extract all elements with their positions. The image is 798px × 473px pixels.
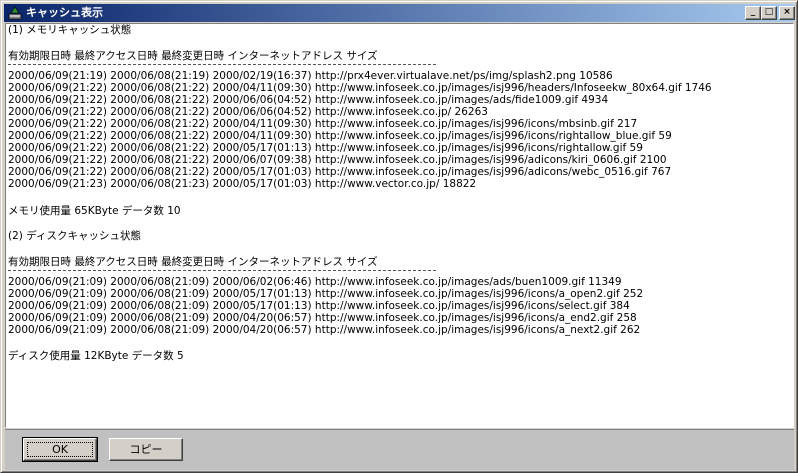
disk-row: 2000/06/09(21:09) 2000/06/08(21:09) 2000…: [8, 288, 644, 300]
memory-usage-summary: メモリ使用量 65KByte データ数 10: [8, 205, 181, 217]
minimize-button[interactable]: _: [745, 6, 761, 20]
memory-cache-heading: (1) メモリキャッシュ状態: [8, 24, 132, 36]
disk-row: 2000/06/09(21:09) 2000/06/08(21:09) 2000…: [8, 324, 641, 336]
ok-button[interactable]: OK: [22, 437, 98, 462]
copy-button[interactable]: コピー: [109, 438, 183, 461]
memory-separator: [8, 64, 436, 65]
title-bar[interactable]: キャッシュ表示 _ □ ×: [4, 4, 795, 22]
memory-row: 2000/06/09(21:22) 2000/06/08(21:22) 2000…: [8, 154, 667, 166]
disk-column-header: 有効期限日時 最終アクセス日時 最終変更日時 インターネットアドレス サイズ: [8, 256, 378, 268]
disk-separator: [8, 270, 436, 271]
disk-row: 2000/06/09(21:09) 2000/06/08(21:09) 2000…: [8, 276, 622, 288]
window-title: キャッシュ表示: [26, 6, 103, 19]
memory-row: 2000/06/09(21:22) 2000/06/08(21:22) 2000…: [8, 82, 712, 94]
maximize-button[interactable]: □: [761, 6, 777, 20]
app-icon: [7, 5, 23, 21]
memory-row: 2000/06/09(21:19) 2000/06/08(21:19) 2000…: [8, 70, 613, 82]
button-bar: OK コピー: [5, 429, 794, 470]
disk-row: 2000/06/09(21:09) 2000/06/08(21:09) 2000…: [8, 300, 630, 312]
memory-row: 2000/06/09(21:22) 2000/06/08(21:22) 2000…: [8, 166, 672, 178]
memory-row: 2000/06/09(21:22) 2000/06/08(21:22) 2000…: [8, 94, 609, 106]
copy-label: コピー: [129, 443, 163, 456]
cache-text-area[interactable]: (1) メモリキャッシュ状態 有効期限日時 最終アクセス日時 最終変更日時 イン…: [5, 23, 794, 428]
focus-rect: [27, 442, 93, 457]
close-button[interactable]: ×: [779, 6, 795, 20]
memory-column-header: 有効期限日時 最終アクセス日時 最終変更日時 インターネットアドレス サイズ: [8, 50, 378, 62]
memory-row: 2000/06/09(21:22) 2000/06/08(21:22) 2000…: [8, 106, 488, 118]
memory-row: 2000/06/09(21:23) 2000/06/08(21:23) 2000…: [8, 178, 477, 190]
disk-usage-summary: ディスク使用量 12KByte データ数 5: [8, 350, 184, 362]
memory-row: 2000/06/09(21:22) 2000/06/08(21:22) 2000…: [8, 142, 643, 154]
cache-window: キャッシュ表示 _ □ × (1) メモリキャッシュ状態 有効期限日時 最終アク…: [0, 0, 798, 473]
memory-row: 2000/06/09(21:22) 2000/06/08(21:22) 2000…: [8, 130, 672, 142]
memory-row: 2000/06/09(21:22) 2000/06/08(21:22) 2000…: [8, 118, 638, 130]
disk-cache-heading: (2) ディスクキャッシュ状態: [8, 230, 141, 242]
disk-row: 2000/06/09(21:09) 2000/06/08(21:09) 2000…: [8, 312, 637, 324]
